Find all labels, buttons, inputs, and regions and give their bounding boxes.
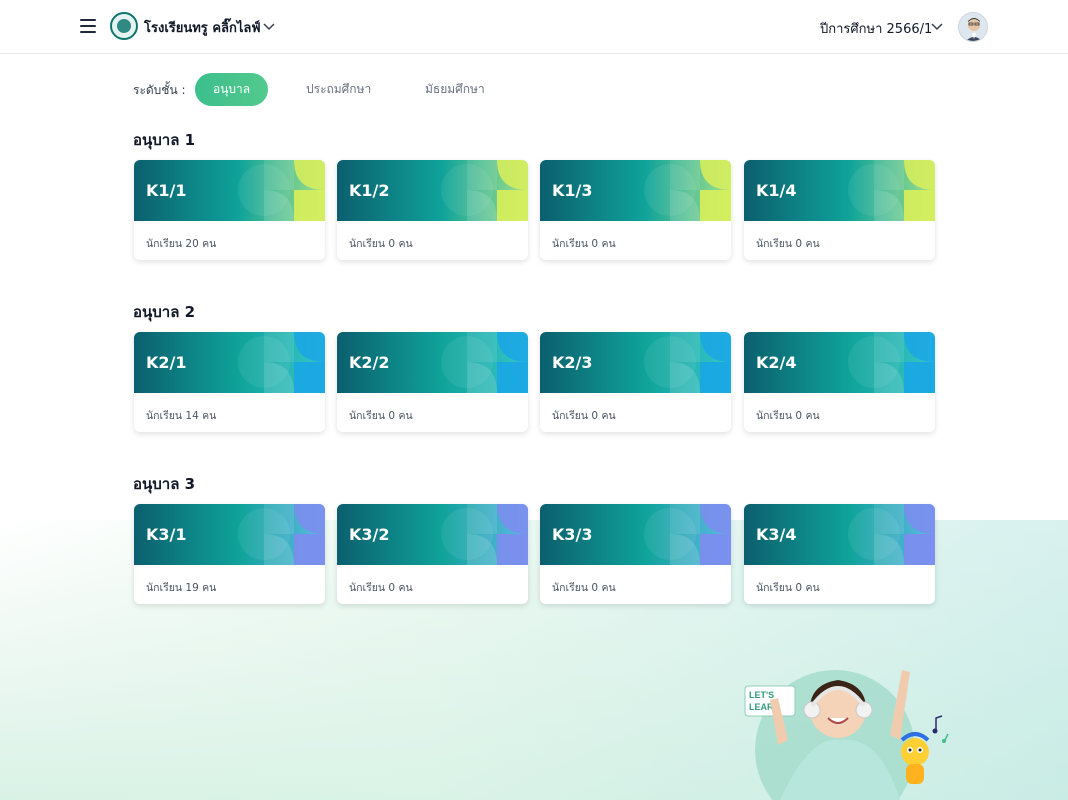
school-name[interactable]: โรงเรียนทรู คลิ๊กไลฟ์ — [144, 17, 261, 38]
class-code: K1/3 — [552, 181, 593, 200]
grade-level-label: ระดับชั้น : — [133, 83, 186, 97]
student-count: นักเรียน 0 คน — [349, 238, 413, 250]
filter-secondary[interactable]: มัธยมศึกษา — [407, 73, 503, 106]
filter-kindergarten[interactable]: อนุบาล — [195, 73, 269, 106]
card-banner: K1/4 — [744, 160, 935, 221]
class-code: K2/3 — [552, 353, 593, 372]
classroom-card[interactable]: K3/3 นักเรียน 0 คน — [540, 504, 731, 604]
class-code: K2/4 — [756, 353, 797, 372]
card-banner: K3/3 — [540, 504, 731, 565]
section-title: อนุบาล 3 — [133, 475, 196, 493]
student-count: นักเรียน 19 คน — [146, 582, 217, 594]
card-banner: K3/2 — [337, 504, 528, 565]
top-header: โรงเรียนทรู คลิ๊กไลฟ์ ปีการศึกษา 2566/1 — [0, 0, 1068, 54]
user-avatar[interactable] — [958, 12, 988, 42]
section-title: อนุบาล 1 — [133, 131, 196, 149]
card-banner: K2/3 — [540, 332, 731, 393]
class-code: K3/1 — [146, 525, 187, 544]
classroom-card[interactable]: K2/3 นักเรียน 0 คน — [540, 332, 731, 432]
chevron-down-icon[interactable] — [262, 19, 276, 33]
chevron-down-icon[interactable] — [930, 19, 944, 33]
card-banner: K3/4 — [744, 504, 935, 565]
section-title: อนุบาล 2 — [133, 303, 196, 321]
school-logo — [110, 12, 138, 40]
class-code: K1/2 — [349, 181, 390, 200]
student-count: นักเรียน 14 คน — [146, 410, 217, 422]
card-banner: K2/2 — [337, 332, 528, 393]
student-count: นักเรียน 0 คน — [349, 582, 413, 594]
classroom-card[interactable]: K2/1 นักเรียน 14 คน — [134, 332, 325, 432]
classroom-card[interactable]: K1/1 นักเรียน 20 คน — [134, 160, 325, 260]
card-banner: K2/4 — [744, 332, 935, 393]
student-count: นักเรียน 0 คน — [349, 410, 413, 422]
class-code: K3/2 — [349, 525, 390, 544]
filter-primary[interactable]: ประถมศึกษา — [288, 73, 389, 106]
classroom-card[interactable]: K3/2 นักเรียน 0 คน — [337, 504, 528, 604]
badge-text-line1: LET'S — [749, 690, 774, 700]
classroom-card[interactable]: K2/4 นักเรียน 0 คน — [744, 332, 935, 432]
class-code: K2/2 — [349, 353, 390, 372]
classroom-card[interactable]: K1/3 นักเรียน 0 คน — [540, 160, 731, 260]
classroom-card[interactable]: K3/4 นักเรียน 0 คน — [744, 504, 935, 604]
student-count: นักเรียน 0 คน — [756, 410, 820, 422]
student-count: นักเรียน 20 คน — [146, 238, 217, 250]
class-code: K1/1 — [146, 181, 187, 200]
student-count: นักเรียน 0 คน — [552, 582, 616, 594]
class-code: K3/4 — [756, 525, 797, 544]
hamburger-menu-icon[interactable] — [80, 19, 96, 33]
classroom-card[interactable]: K1/2 นักเรียน 0 คน — [337, 160, 528, 260]
class-code: K3/3 — [552, 525, 593, 544]
academic-year-selector[interactable]: ปีการศึกษา 2566/1 — [820, 18, 932, 39]
card-banner: K3/1 — [134, 504, 325, 565]
card-banner: K1/2 — [337, 160, 528, 221]
classroom-card[interactable]: K1/4 นักเรียน 0 คน — [744, 160, 935, 260]
student-count: นักเรียน 0 คน — [552, 410, 616, 422]
classroom-card[interactable]: K3/1 นักเรียน 19 คน — [134, 504, 325, 604]
kids-learning-illustration: LET'S LEARN — [744, 670, 949, 800]
student-count: นักเรียน 0 คน — [756, 238, 820, 250]
lets-learn-badge: LET'S LEARN — [744, 685, 796, 717]
classroom-card[interactable]: K2/2 นักเรียน 0 คน — [337, 332, 528, 432]
card-banner: K2/1 — [134, 332, 325, 393]
card-banner: K1/3 — [540, 160, 731, 221]
student-count: นักเรียน 0 คน — [552, 238, 616, 250]
card-banner: K1/1 — [134, 160, 325, 221]
class-code: K2/1 — [146, 353, 187, 372]
class-code: K1/4 — [756, 181, 797, 200]
student-count: นักเรียน 0 คน — [756, 582, 820, 594]
